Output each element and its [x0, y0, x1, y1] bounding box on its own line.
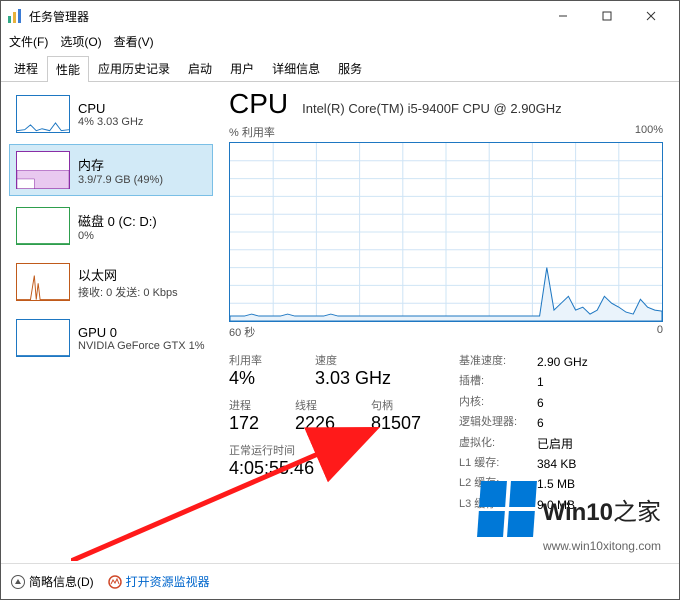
kv-logical-v: 6	[537, 413, 544, 433]
resource-monitor-label: 打开资源监视器	[126, 573, 210, 590]
stat-label-uptime: 正常运行时间	[229, 442, 459, 458]
footer: 简略信息(D) 打开资源监视器	[1, 563, 679, 599]
page-title: CPU	[229, 88, 288, 120]
brief-info-label: 简略信息(D)	[29, 573, 94, 590]
sidebar-item-label: 以太网	[78, 265, 178, 284]
chart-x-left: 60 秒	[229, 324, 255, 340]
tab-users[interactable]: 用户	[221, 55, 263, 81]
kv-base-speed-k: 基准速度:	[459, 352, 529, 372]
open-resource-monitor-link[interactable]: 打开资源监视器	[108, 573, 210, 590]
tab-details[interactable]: 详细信息	[263, 55, 329, 81]
sidebar-item-memory[interactable]: 内存 3.9/7.9 GB (49%)	[9, 144, 213, 196]
window-controls	[541, 2, 673, 30]
memory-thumb	[16, 151, 70, 189]
resource-monitor-icon	[108, 575, 122, 589]
maximize-button[interactable]	[585, 2, 629, 30]
sidebar-item-disk[interactable]: 磁盘 0 (C: D:) 0%	[9, 200, 213, 252]
tab-startup[interactable]: 启动	[179, 55, 221, 81]
menu-view[interactable]: 查看(V)	[114, 33, 154, 50]
stat-value-uptime: 4:05:55:46	[229, 458, 459, 479]
kv-logical-k: 逻辑处理器:	[459, 413, 529, 433]
stat-label-handles: 句柄	[371, 397, 421, 413]
gpu-thumb	[16, 319, 70, 357]
disk-thumb	[16, 207, 70, 245]
sidebar: CPU 4% 3.03 GHz 内存 3.9/7.9 GB (49%)	[1, 82, 221, 568]
stat-label-processes: 进程	[229, 397, 279, 413]
close-button[interactable]	[629, 2, 673, 30]
sidebar-item-cpu[interactable]: CPU 4% 3.03 GHz	[9, 88, 213, 140]
kv-cores-k: 内核:	[459, 393, 529, 413]
chevron-up-circle-icon	[11, 575, 25, 589]
sidebar-item-label: GPU 0	[78, 325, 205, 340]
chart-y-label: % 利用率	[229, 124, 275, 140]
cpu-model: Intel(R) Core(TM) i5-9400F CPU @ 2.90GHz	[302, 101, 562, 116]
kv-virtualization-k: 虚拟化:	[459, 434, 529, 454]
window-title: 任务管理器	[29, 8, 541, 25]
windows-logo-icon	[477, 481, 537, 537]
stat-value-speed: 3.03 GHz	[315, 368, 391, 389]
sidebar-item-gpu[interactable]: GPU 0 NVIDIA GeForce GTX 1%	[9, 312, 213, 364]
tab-app-history[interactable]: 应用历史记录	[89, 55, 179, 81]
stat-label-speed: 速度	[315, 352, 391, 368]
stat-value-handles: 81507	[371, 413, 421, 434]
titlebar[interactable]: 任务管理器	[1, 1, 679, 31]
sidebar-item-sub: 4% 3.03 GHz	[78, 116, 143, 128]
chart-y-max: 100%	[635, 124, 663, 140]
watermark-brand2: 之家	[613, 499, 661, 526]
kv-l1-v: 384 KB	[537, 454, 576, 474]
stat-value-threads: 2226	[295, 413, 355, 434]
kv-sockets-k: 插槽:	[459, 372, 529, 392]
menu-options[interactable]: 选项(O)	[60, 33, 101, 50]
minimize-button[interactable]	[541, 2, 585, 30]
tab-performance[interactable]: 性能	[47, 56, 89, 82]
app-icon	[7, 8, 23, 24]
task-manager-window: 任务管理器 文件(F) 选项(O) 查看(V) 进程 性能 应用历史记录 启动 …	[0, 0, 680, 600]
kv-virtualization-v: 已启用	[537, 434, 573, 454]
watermark: Win10之家 www.win10xitong.com	[479, 481, 661, 553]
watermark-url: www.win10xitong.com	[543, 539, 661, 553]
sidebar-item-sub: 0%	[78, 230, 157, 242]
menu-file[interactable]: 文件(F)	[9, 33, 48, 50]
ethernet-thumb	[16, 263, 70, 301]
sidebar-item-label: CPU	[78, 101, 143, 116]
sidebar-item-sub: NVIDIA GeForce GTX 1%	[78, 340, 205, 352]
kv-sockets-v: 1	[537, 372, 544, 392]
brief-info-button[interactable]: 简略信息(D)	[11, 573, 94, 590]
sidebar-item-sub: 3.9/7.9 GB (49%)	[78, 174, 163, 186]
kv-base-speed-v: 2.90 GHz	[537, 352, 588, 372]
cpu-utilization-chart[interactable]	[229, 142, 663, 322]
menubar: 文件(F) 选项(O) 查看(V)	[1, 31, 679, 51]
kv-cores-v: 6	[537, 393, 544, 413]
stat-value-utilization: 4%	[229, 368, 299, 389]
watermark-brand1: Win10	[543, 499, 613, 526]
tab-processes[interactable]: 进程	[5, 55, 47, 81]
sidebar-item-ethernet[interactable]: 以太网 接收: 0 发送: 0 Kbps	[9, 256, 213, 308]
chart-x-right: 0	[657, 324, 663, 340]
cpu-thumb	[16, 95, 70, 133]
sidebar-item-label: 磁盘 0 (C: D:)	[78, 211, 157, 230]
kv-l1-k: L1 缓存:	[459, 454, 529, 474]
stat-value-processes: 172	[229, 413, 279, 434]
sidebar-item-label: 内存	[78, 155, 163, 174]
tab-services[interactable]: 服务	[329, 55, 371, 81]
stat-label-threads: 线程	[295, 397, 355, 413]
tabstrip: 进程 性能 应用历史记录 启动 用户 详细信息 服务	[1, 55, 679, 82]
stat-label-utilization: 利用率	[229, 352, 299, 368]
sidebar-item-sub: 接收: 0 发送: 0 Kbps	[78, 284, 178, 300]
